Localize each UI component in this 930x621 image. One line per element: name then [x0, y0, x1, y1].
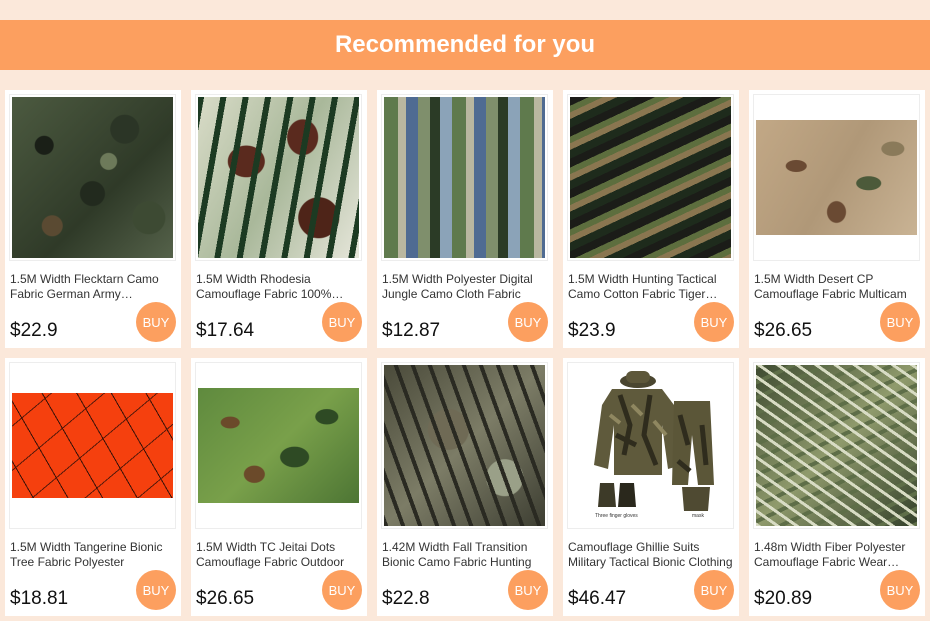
buy-button[interactable]: BUY: [880, 570, 920, 610]
buy-button[interactable]: BUY: [136, 570, 176, 610]
multicam-fabric-image: [756, 120, 917, 235]
section-title: Recommended for you: [334, 31, 596, 58]
fall-transition-fabric-image: [384, 365, 545, 526]
flecktarn-fabric-image: [12, 97, 173, 258]
product-title[interactable]: 1.5M Width Hunting Tactical Camo Cotton …: [568, 272, 734, 302]
product-image[interactable]: [381, 362, 548, 529]
product-title[interactable]: 1.5M Width TC Jeitai Dots Camouflage Fab…: [196, 540, 362, 570]
product-price: $26.65: [754, 320, 813, 341]
buy-button[interactable]: BUY: [322, 302, 362, 342]
product-image[interactable]: [381, 94, 548, 261]
product-image[interactable]: Three finger gloves mask: [567, 362, 734, 529]
buy-button[interactable]: BUY: [694, 570, 734, 610]
buy-button[interactable]: BUY: [694, 302, 734, 342]
product-title[interactable]: 1.5M Width Desert CP Camouflage Fabric M…: [754, 272, 920, 302]
rhodesia-fabric-image: [198, 97, 359, 258]
product-card[interactable]: 1.48m Width Fiber Polyester Camouflage F…: [749, 358, 925, 616]
product-card[interactable]: 1.5M Width Tangerine Bionic Tree Fabric …: [5, 358, 181, 616]
product-image[interactable]: [9, 362, 176, 529]
product-card[interactable]: 1.5M Width TC Jeitai Dots Camouflage Fab…: [191, 358, 367, 616]
product-card[interactable]: 1.5M Width Flecktarn Camo Fabric German …: [5, 90, 181, 348]
product-price: $18.81: [10, 588, 69, 609]
product-card[interactable]: 1.5M Width Hunting Tactical Camo Cotton …: [563, 90, 739, 348]
product-image[interactable]: [567, 94, 734, 261]
product-price: $23.9: [568, 320, 616, 341]
buy-button[interactable]: BUY: [508, 570, 548, 610]
product-title[interactable]: 1.5M Width Flecktarn Camo Fabric German …: [10, 272, 176, 302]
product-card[interactable]: Three finger gloves mask Camouflage Ghil…: [563, 358, 739, 616]
mask-caption: mask: [692, 513, 704, 519]
buy-button[interactable]: BUY: [880, 302, 920, 342]
product-card[interactable]: 1.42M Width Fall Transition Bionic Camo …: [377, 358, 553, 616]
product-card[interactable]: 1.5M Width Desert CP Camouflage Fabric M…: [749, 90, 925, 348]
product-image[interactable]: [753, 94, 920, 261]
tangerine-tree-fabric-image: [12, 393, 173, 498]
buy-button[interactable]: BUY: [508, 302, 548, 342]
product-price: $22.8: [382, 588, 430, 609]
product-image[interactable]: [195, 362, 362, 529]
ghillie-suit-image: Three finger gloves mask: [570, 365, 731, 526]
product-card[interactable]: 1.5M Width Polyester Digital Jungle Camo…: [377, 90, 553, 348]
product-image[interactable]: [9, 94, 176, 261]
product-price: $12.87: [382, 320, 441, 341]
product-card[interactable]: 1.5M Width Rhodesia Camouflage Fabric 10…: [191, 90, 367, 348]
product-price: $46.47: [568, 588, 627, 609]
product-title[interactable]: 1.5M Width Tangerine Bionic Tree Fabric …: [10, 540, 176, 570]
product-price: $20.89: [754, 588, 813, 609]
fiber-polyester-fabric-image: [756, 365, 917, 526]
product-title[interactable]: 1.5M Width Polyester Digital Jungle Camo…: [382, 272, 548, 302]
digital-camo-fabric-image: [384, 97, 545, 258]
buy-button[interactable]: BUY: [136, 302, 176, 342]
jeitai-dots-fabric-image: [198, 388, 359, 503]
gloves-caption: Three finger gloves: [595, 513, 638, 519]
product-image[interactable]: [753, 362, 920, 529]
product-grid: 1.5M Width Flecktarn Camo Fabric German …: [5, 90, 925, 616]
buy-button[interactable]: BUY: [322, 570, 362, 610]
product-price: $22.9: [10, 320, 58, 341]
tiger-stripe-fabric-image: [570, 97, 731, 258]
product-price: $17.64: [196, 320, 255, 341]
ghillie-suit-illustration: [594, 371, 714, 511]
product-title[interactable]: 1.42M Width Fall Transition Bionic Camo …: [382, 540, 548, 570]
product-price: $26.65: [196, 588, 255, 609]
product-title[interactable]: Camouflage Ghillie Suits Military Tactic…: [568, 540, 734, 570]
product-title[interactable]: 1.5M Width Rhodesia Camouflage Fabric 10…: [196, 272, 362, 302]
product-title[interactable]: 1.48m Width Fiber Polyester Camouflage F…: [754, 540, 920, 570]
recommended-banner: Recommended for you: [0, 20, 930, 70]
product-image[interactable]: [195, 94, 362, 261]
